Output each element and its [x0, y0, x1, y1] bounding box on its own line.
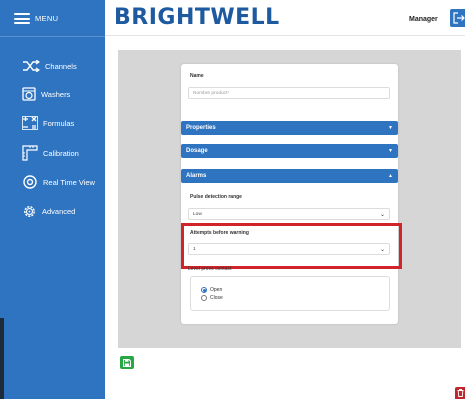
radio-open-label: Open [210, 287, 223, 293]
pulse-detection-label: Pulse detection range [190, 194, 242, 200]
sidebar-item-calibration[interactable]: Calibration [22, 145, 79, 161]
caret-up-icon: ▲ [388, 173, 393, 179]
delete-button[interactable] [455, 387, 465, 399]
radio-open[interactable]: Open [201, 287, 222, 293]
radio-close-label: Close [210, 295, 223, 301]
eye-icon [23, 175, 37, 189]
pulse-detection-select[interactable]: Low ⌄ [188, 208, 390, 220]
sidebar-divider [0, 36, 105, 37]
save-button[interactable] [120, 356, 134, 369]
caret-down-icon: ▼ [388, 148, 393, 154]
brand-logo: BRIGHTWELL [114, 5, 280, 30]
sidebar-item-label: Advanced [42, 207, 76, 216]
dosage-label: Dosage [186, 148, 208, 154]
sidebar: MENU Channels Washers Formulas Calibrati… [0, 0, 105, 399]
name-label: Name [190, 73, 204, 79]
sidebar-item-label: Channels [45, 61, 77, 71]
properties-accordion[interactable]: Properties ▼ [181, 121, 398, 135]
name-input[interactable]: Nombre product* [188, 87, 390, 99]
alarms-accordion[interactable]: Alarms ▲ [181, 169, 398, 183]
sidebar-item-formulas[interactable]: Formulas [22, 116, 74, 130]
gear-icon [24, 206, 35, 217]
dosage-accordion[interactable]: Dosage ▼ [181, 144, 398, 158]
radio-button[interactable] [201, 287, 207, 293]
sidebar-item-advanced[interactable]: Advanced [22, 204, 75, 219]
header: BRIGHTWELL Manager [105, 0, 465, 36]
user-name: Manager [409, 16, 438, 23]
shuffle-icon [23, 60, 40, 72]
trash-icon [457, 389, 463, 397]
alarms-label: Alarms [186, 173, 207, 179]
sidebar-footer-strip [0, 318, 4, 399]
pulse-detection-value: Low [193, 211, 202, 217]
radio-close[interactable]: Close [201, 295, 223, 301]
sidebar-item-label: Calibration [43, 148, 79, 158]
sidebar-item-real-time-view[interactable]: Real Time View [22, 175, 95, 189]
sidebar-item-label: Washers [41, 89, 71, 99]
highlight-box [181, 223, 402, 269]
level-contact-group [190, 276, 390, 311]
sidebar-item-washers[interactable]: Washers [22, 87, 70, 101]
ruler-icon [22, 145, 38, 161]
level-contact-label: Level prove contact [188, 266, 232, 272]
caret-down-icon: ▼ [388, 125, 393, 131]
properties-label: Properties [186, 125, 216, 131]
logout-button[interactable] [450, 9, 465, 27]
hamburger-icon [14, 13, 30, 24]
radio-button[interactable] [201, 295, 207, 301]
formula-icon [22, 116, 38, 130]
menu-button[interactable]: MENU [14, 13, 58, 24]
save-icon [123, 358, 131, 367]
logout-icon [453, 12, 465, 24]
sidebar-item-label: Real Time View [43, 177, 95, 187]
sidebar-item-channels[interactable]: Channels [22, 60, 77, 72]
chevron-down-icon: ⌄ [379, 211, 385, 218]
sidebar-item-label: Formulas [43, 118, 75, 128]
washer-icon [22, 87, 36, 101]
menu-label: MENU [35, 14, 59, 23]
